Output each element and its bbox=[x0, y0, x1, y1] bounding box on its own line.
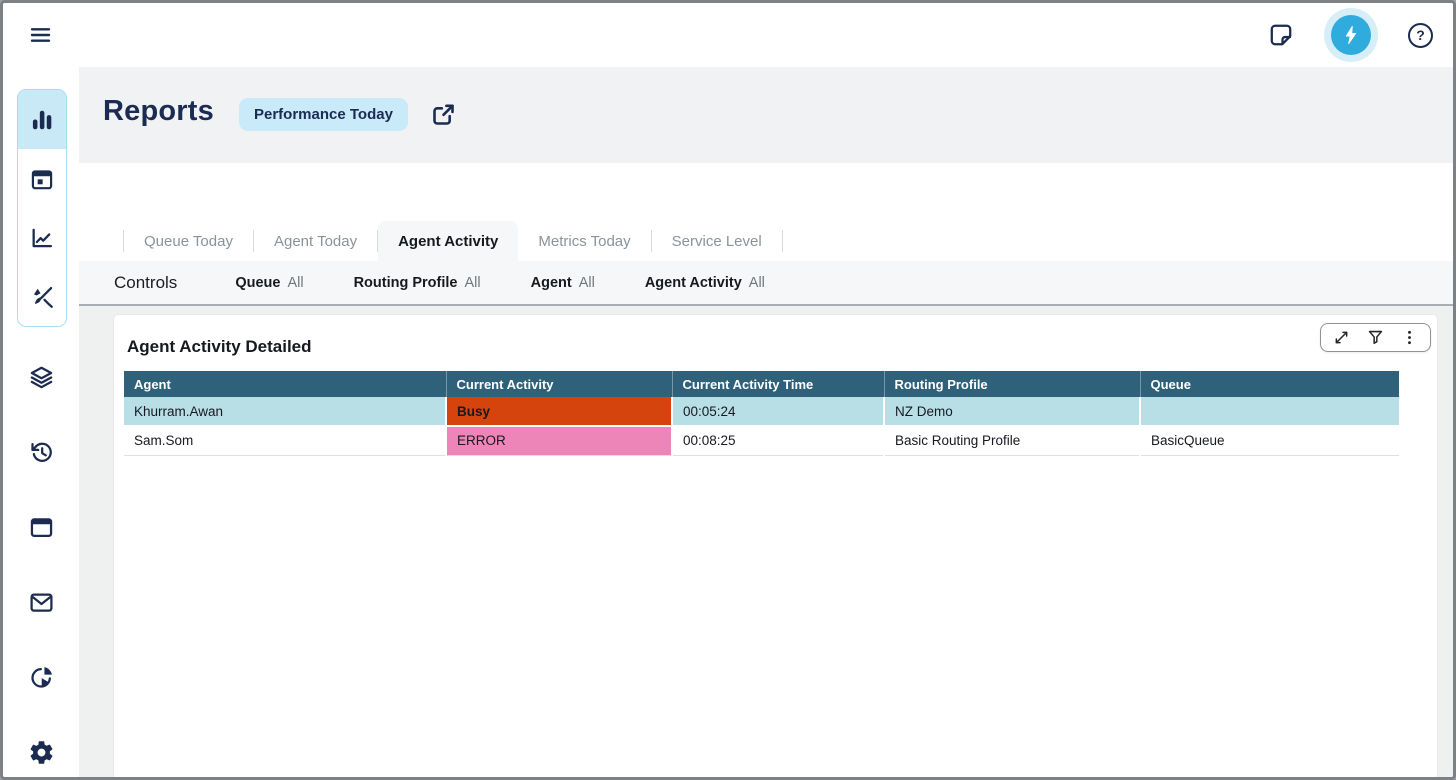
sidebar-item-pie-chart[interactable] bbox=[3, 640, 79, 715]
sidebar-reports-group bbox=[17, 89, 67, 327]
filter-label: Routing Profile bbox=[354, 275, 458, 291]
lightning-button-halo bbox=[1324, 8, 1378, 62]
feedback-note-icon[interactable] bbox=[1268, 22, 1294, 48]
tab-agent-today[interactable]: Agent Today bbox=[254, 221, 377, 261]
filter-label: Agent Activity bbox=[645, 275, 742, 291]
cell-agent: Khurram.Awan bbox=[124, 397, 446, 426]
sidebar-item-bar-chart[interactable] bbox=[18, 90, 66, 149]
cell-current-activity-time: 00:08:25 bbox=[672, 426, 884, 455]
tab-metrics-today[interactable]: Metrics Today bbox=[518, 221, 650, 261]
tab-agent-activity[interactable]: Agent Activity bbox=[378, 221, 518, 261]
column-header-queue: Queue bbox=[1140, 371, 1399, 397]
cell-queue: BasicQueue bbox=[1140, 426, 1399, 455]
cell-agent: Sam.Som bbox=[124, 426, 446, 455]
top-bar: ? bbox=[3, 3, 1453, 67]
kebab-menu-icon[interactable] bbox=[1400, 328, 1419, 347]
column-header-routing-profile: Routing Profile bbox=[884, 371, 1140, 397]
tab-separator bbox=[782, 230, 783, 252]
expand-icon[interactable] bbox=[1332, 328, 1351, 347]
page-header: Reports Performance Today bbox=[79, 67, 1453, 163]
agent-activity-table: Agent Current Activity Current Activity … bbox=[124, 371, 1399, 456]
sidebar-secondary-icons bbox=[3, 340, 79, 780]
table-header-row: Agent Current Activity Current Activity … bbox=[124, 371, 1399, 397]
report-tabs: Queue Today Agent Today Agent Activity M… bbox=[123, 221, 783, 261]
app-window: ? bbox=[0, 0, 1456, 780]
content-area: Agent Activity Detailed Agent Current Ac… bbox=[79, 306, 1453, 777]
controls-title: Controls bbox=[114, 273, 177, 293]
filter-icon[interactable] bbox=[1366, 328, 1385, 347]
hamburger-menu-icon[interactable] bbox=[27, 23, 54, 47]
cell-routing-profile: Basic Routing Profile bbox=[884, 426, 1140, 455]
help-glyph: ? bbox=[1416, 27, 1425, 43]
card-toolbar bbox=[1320, 323, 1431, 352]
filter-value: All bbox=[749, 275, 765, 291]
filter-agent-activity[interactable]: Agent Activity All bbox=[645, 275, 765, 291]
cell-current-activity: ERROR bbox=[446, 426, 672, 455]
report-card: Agent Activity Detailed Agent Current Ac… bbox=[114, 315, 1437, 777]
table-row: Khurram.Awan Busy 00:05:24 NZ Demo bbox=[124, 397, 1399, 426]
filter-value: All bbox=[464, 275, 480, 291]
cell-current-activity-time: 00:05:24 bbox=[672, 397, 884, 426]
sidebar-item-layers[interactable] bbox=[3, 340, 79, 415]
filter-routing-profile[interactable]: Routing Profile All bbox=[354, 275, 481, 291]
report-title: Agent Activity Detailed bbox=[127, 337, 1400, 357]
cell-routing-profile: NZ Demo bbox=[884, 397, 1140, 426]
column-header-current-activity: Current Activity bbox=[446, 371, 672, 397]
table-row: Sam.Som ERROR 00:08:25 Basic Routing Pro… bbox=[124, 426, 1399, 455]
sidebar-item-history[interactable] bbox=[3, 415, 79, 490]
sidebar-item-window[interactable] bbox=[3, 490, 79, 565]
cell-queue bbox=[1140, 397, 1399, 426]
sidebar bbox=[3, 67, 79, 777]
external-link-icon[interactable] bbox=[430, 101, 457, 128]
tab-queue-today[interactable]: Queue Today bbox=[124, 221, 253, 261]
report-badge: Performance Today bbox=[239, 98, 408, 131]
filter-value: All bbox=[579, 275, 595, 291]
filter-value: All bbox=[287, 275, 303, 291]
sidebar-item-calendar[interactable] bbox=[18, 149, 66, 208]
tabs-band: Queue Today Agent Today Agent Activity M… bbox=[79, 163, 1453, 261]
sidebar-item-customize[interactable] bbox=[18, 267, 66, 326]
column-header-agent: Agent bbox=[124, 371, 446, 397]
controls-band: Controls Queue All Routing Profile All Age… bbox=[79, 261, 1453, 306]
sidebar-item-mail[interactable] bbox=[3, 565, 79, 640]
main-area: Reports Performance Today Queue Today Ag… bbox=[79, 67, 1453, 777]
filter-queue[interactable]: Queue All bbox=[235, 275, 303, 291]
topbar-actions: ? bbox=[1268, 8, 1433, 62]
column-header-current-activity-time: Current Activity Time bbox=[672, 371, 884, 397]
sidebar-item-settings[interactable] bbox=[3, 715, 79, 780]
cell-current-activity: Busy bbox=[446, 397, 672, 426]
filter-agent[interactable]: Agent All bbox=[531, 275, 595, 291]
sidebar-item-line-chart[interactable] bbox=[18, 208, 66, 267]
help-icon[interactable]: ? bbox=[1408, 23, 1433, 48]
lightning-icon[interactable] bbox=[1331, 15, 1371, 55]
page-title: Reports bbox=[103, 95, 214, 128]
filter-label: Agent bbox=[531, 275, 572, 291]
tab-service-level[interactable]: Service Level bbox=[652, 221, 782, 261]
filter-label: Queue bbox=[235, 275, 280, 291]
